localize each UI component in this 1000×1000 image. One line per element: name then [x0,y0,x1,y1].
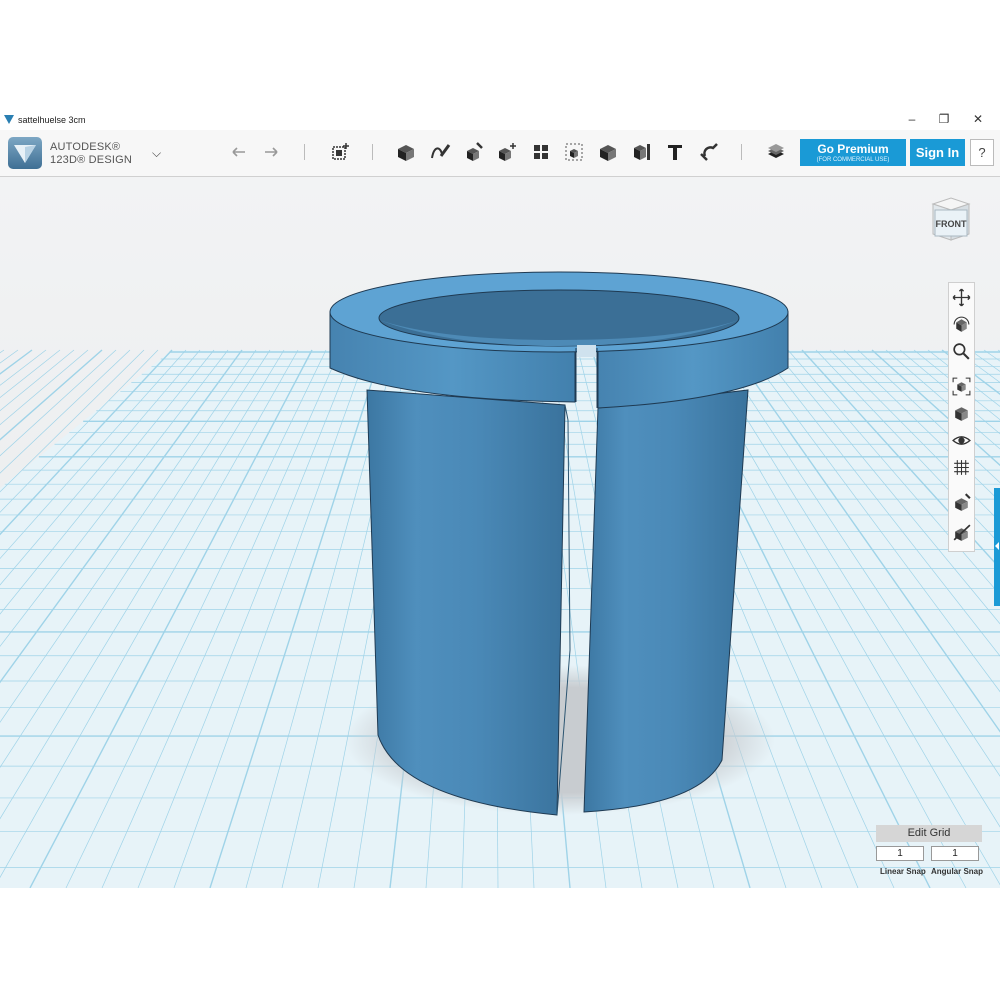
hide-icon[interactable] [951,522,972,543]
transform-icon[interactable] [328,140,352,164]
zoom-icon[interactable] [951,341,972,362]
pan-icon[interactable] [951,287,972,308]
window-title: sattelhuelse 3cm [18,115,86,125]
sign-in-button[interactable]: Sign In [910,139,965,166]
minimize-button[interactable]: – [902,111,922,127]
angular-snap-input[interactable]: 1 [931,846,979,861]
redo-icon[interactable] [259,140,283,164]
linear-snap-label: Linear Snap [880,867,926,876]
brand-line1: AUTODESK® [50,141,121,153]
sketch-icon[interactable] [428,140,452,164]
app-logo-icon [14,145,36,163]
brand-line2: 123D® DESIGN [50,154,133,166]
go-premium-button[interactable]: Go Premium (FOR COMMERCIAL USE) [800,139,906,166]
construct-icon[interactable] [462,140,486,164]
fit-icon[interactable] [951,376,972,397]
toolbar-divider [372,144,373,160]
chevron-left-icon[interactable] [994,540,1000,552]
go-premium-label: Go Premium [817,142,889,156]
group-icon[interactable] [562,140,586,164]
snap-icon[interactable] [697,140,721,164]
view-cube-face-label: FRONT [935,219,967,229]
combine-icon[interactable] [596,140,620,164]
title-bar [0,108,1000,132]
go-premium-sublabel: (FOR COMMERCIAL USE) [816,157,890,163]
measure-icon[interactable] [630,140,654,164]
primitives-icon[interactable] [394,140,418,164]
3d-viewport[interactable] [0,177,1000,888]
view-mode-icon[interactable] [951,403,972,424]
toolbar-divider [741,144,742,160]
text-icon[interactable] [663,140,687,164]
orbit-icon[interactable] [951,314,972,335]
material-icon[interactable] [951,492,972,513]
undo-icon[interactable] [227,140,251,164]
help-button[interactable]: ? [970,139,994,166]
grid-icon[interactable] [951,457,972,478]
close-button[interactable]: ✕ [968,111,988,127]
modify-icon[interactable] [495,140,519,164]
cylinder-sleeve-model[interactable] [329,271,789,816]
chevron-down-icon[interactable]: ⌵ [152,146,161,161]
visibility-icon[interactable] [951,430,972,451]
edit-grid-button[interactable]: Edit Grid [876,825,982,842]
toolbar-divider [304,144,305,160]
linear-snap-input[interactable]: 1 [876,846,924,861]
app-logo[interactable] [8,137,42,169]
pattern-icon[interactable] [529,140,553,164]
app-icon [4,115,14,124]
restore-button[interactable]: ❐ [934,111,954,127]
material-icon[interactable] [764,140,788,164]
angular-snap-label: Angular Snap [931,867,984,876]
